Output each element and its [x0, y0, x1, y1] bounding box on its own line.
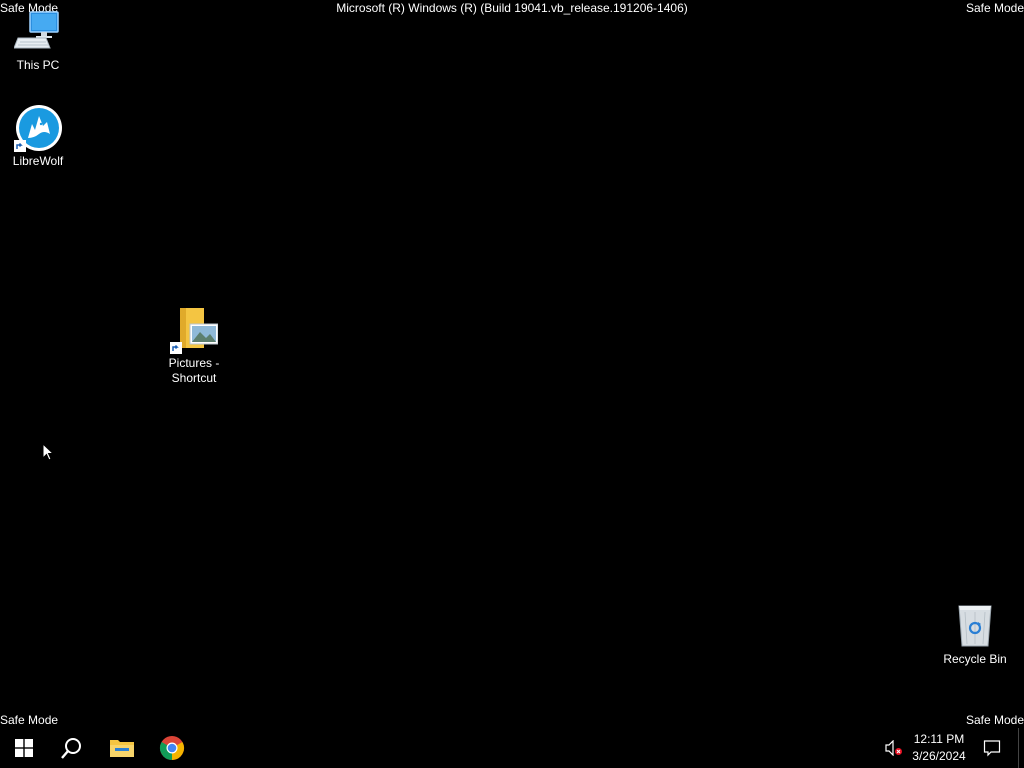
file-explorer-icon [110, 740, 134, 757]
clock-time: 12:11 PM [913, 732, 965, 746]
chrome-icon [159, 736, 185, 760]
start-button[interactable] [0, 728, 48, 768]
file-explorer-button[interactable] [98, 728, 146, 768]
desktop-icon-pictures-shortcut[interactable]: Pictures - Shortcut [156, 306, 232, 386]
search-button[interactable] [48, 728, 96, 768]
clock[interactable]: 12:11 PM 3/26/2024 [908, 728, 970, 768]
build-string: Microsoft (R) Windows (R) (Build 19041.v… [336, 1, 688, 15]
desktop-icon-label: This PC [16, 58, 60, 72]
action-center-icon [983, 740, 1001, 757]
clock-date: 3/26/2024 [912, 749, 966, 763]
mouse-cursor-icon [42, 443, 55, 461]
desktop-screen[interactable]: Safe Mode Microsoft (R) Windows (R) (Bui… [0, 0, 1024, 768]
chrome-button[interactable] [148, 728, 196, 768]
shortcut-arrow-icon [170, 342, 182, 354]
this-pc-icon [13, 8, 62, 56]
volume-button[interactable] [880, 728, 908, 768]
shortcut-arrow-icon [14, 140, 26, 152]
recycle-bin-icon [951, 602, 999, 650]
desktop-icon-recycle-bin[interactable]: Recycle Bin [937, 602, 1013, 667]
search-icon [61, 738, 81, 759]
safe-mode-label-bottom-right: Safe Mode [965, 713, 1024, 727]
show-desktop-button[interactable] [1018, 728, 1024, 768]
desktop-icon-label: LibreWolf [12, 154, 64, 168]
safe-mode-label-top-right: Safe Mode [965, 1, 1024, 15]
action-center-button[interactable] [976, 728, 1008, 768]
desktop-icon-librewolf[interactable]: LibreWolf [0, 104, 76, 169]
pictures-folder-icon [170, 306, 219, 354]
windows-logo-icon [15, 739, 33, 757]
desktop-icon-label: Recycle Bin [943, 652, 1007, 666]
desktop-icon-label: Pictures - Shortcut [168, 356, 220, 385]
taskbar: 12:11 PM 3/26/2024 [0, 728, 1024, 768]
desktop-icon-this-pc[interactable]: This PC [0, 8, 76, 73]
volume-muted-icon [885, 740, 902, 756]
safe-mode-label-bottom-left: Safe Mode [0, 713, 59, 727]
librewolf-icon [14, 104, 62, 152]
